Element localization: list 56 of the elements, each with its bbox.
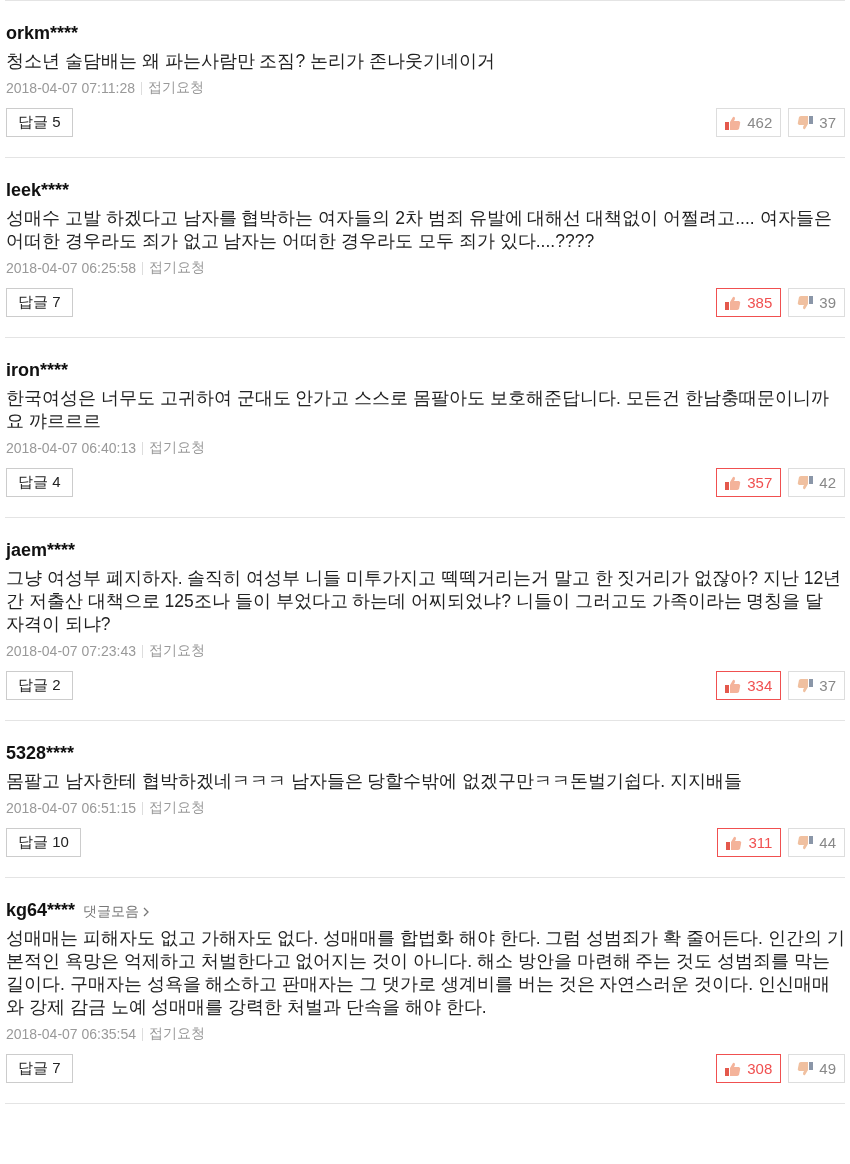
thumbs-up-icon (725, 1061, 742, 1076)
like-button[interactable]: 357 (716, 468, 782, 497)
username[interactable]: jaem**** (6, 540, 76, 561)
comment-text: 청소년 술담배는 왜 파는사람만 조짐? 논리가 존나웃기네이거 (6, 50, 496, 73)
dislike-button[interactable]: 44 (788, 828, 845, 857)
report-link[interactable]: 접기요청 (149, 439, 205, 457)
reply-button[interactable]: 답글 5 (6, 108, 73, 137)
thumbs-up-icon (725, 678, 742, 693)
dislike-button[interactable]: 49 (788, 1054, 845, 1083)
reply-button[interactable]: 답글 4 (6, 468, 73, 497)
comment-text: 성매매는 피해자도 없고 가해자도 없다. 성매매를 합법화 해야 한다. 그럼 성범죄가 확 줄어든다. 인간의 기본적인 욕망은 억제하고 처벌한다고 없어지는 것이 아니다. 해소 방안을 마련해 주는 것도 성범죄를 막는 길이다. 구매자는 성욕을 해소하고 판매자는 그 댓가로 생계비를 버는 것은 자연스러운 것이다. 인신매매와 강제 감금 노예 성매매를 강력한 처벌과 단속을 해야 한다. (6, 927, 845, 1019)
comment-date: 2018-04-07 07:23:43 (6, 643, 136, 659)
dislike-button[interactable]: 42 (788, 468, 845, 497)
report-link[interactable]: 접기요청 (149, 642, 205, 660)
like-button[interactable]: 385 (716, 288, 782, 317)
dislike-button[interactable]: 37 (788, 671, 845, 700)
comment-text: 몸팔고 남자한테 협박하겠네ㅋㅋㅋ 남자들은 당할수밖에 없겠구만ㅋㅋ돈벌기쉽다. 지지배들 (6, 770, 744, 793)
reply-button[interactable]: 답글 7 (6, 1054, 73, 1083)
comment-date: 2018-04-07 07:11:28 (6, 80, 135, 96)
report-link[interactable]: 접기요청 (149, 799, 205, 817)
like-button[interactable]: 308 (716, 1054, 782, 1083)
thumbs-down-icon (797, 835, 814, 850)
username[interactable]: iron**** (6, 360, 68, 381)
dislike-button[interactable]: 39 (788, 288, 845, 317)
chevron-right-icon (143, 907, 150, 917)
thumbs-down-icon (797, 475, 814, 490)
thumbs-up-icon (726, 835, 743, 850)
thumbs-up-icon (725, 115, 742, 130)
comment-collection-link[interactable]: 댓글모음 (83, 903, 150, 921)
dislike-button[interactable]: 37 (788, 108, 845, 137)
like-button[interactable]: 462 (716, 108, 782, 137)
thumbs-up-icon (725, 475, 742, 490)
report-link[interactable]: 접기요청 (149, 1025, 205, 1043)
report-link[interactable]: 접기요청 (147, 79, 204, 97)
thumbs-down-icon (797, 678, 814, 693)
username[interactable]: orkm**** (6, 23, 79, 44)
comment-date: 2018-04-07 06:40:13 (6, 440, 136, 456)
thumbs-down-icon (797, 295, 814, 310)
username[interactable]: kg64**** (6, 900, 76, 921)
comment-date: 2018-04-07 06:51:15 (6, 800, 136, 816)
comment-text: 한국여성은 너무도 고귀하여 군대도 안가고 스스로 몸팔아도 보호해준답니다. 모든건 한남충때문이니까요 꺄르르르 (6, 387, 830, 433)
comment-text: 그냥 여성부 폐지하자. 솔직히 여성부 니들 미투가지고 떽떽거리는거 말고 한 짓거리가 없잖아? 지난 12년간 저출산 대책으로 125조나 들이 부었다고 하는데 어찌되었냐? 니들이 그러고도 가족이라는 명칭을 달 자격이 되냐? (6, 567, 843, 636)
reply-button[interactable]: 답글 7 (6, 288, 73, 317)
reply-button[interactable]: 답글 10 (6, 828, 81, 857)
username[interactable]: leek**** (6, 180, 70, 201)
report-link[interactable]: 접기요청 (149, 259, 205, 277)
reply-button[interactable]: 답글 2 (6, 671, 73, 700)
comment-text: 성매수 고발 하겠다고 남자를 협박하는 여자들의 2차 범죄 유발에 대해선 대책없이 어쩔려고.... 여자들은 어떠한 경우라도 죄가 없고 남자는 어떠한 경우라도 모두 죄가 있다....???? (6, 207, 833, 253)
thumbs-down-icon (797, 1061, 814, 1076)
comment-date: 2018-04-07 06:35:54 (6, 1026, 136, 1042)
thumbs-down-icon (797, 115, 814, 130)
thumbs-up-icon (725, 295, 742, 310)
username[interactable]: 5328**** (6, 743, 75, 764)
like-button[interactable]: 334 (716, 671, 782, 700)
comment-date: 2018-04-07 06:25:58 (6, 260, 136, 276)
like-button[interactable]: 311 (717, 828, 782, 857)
